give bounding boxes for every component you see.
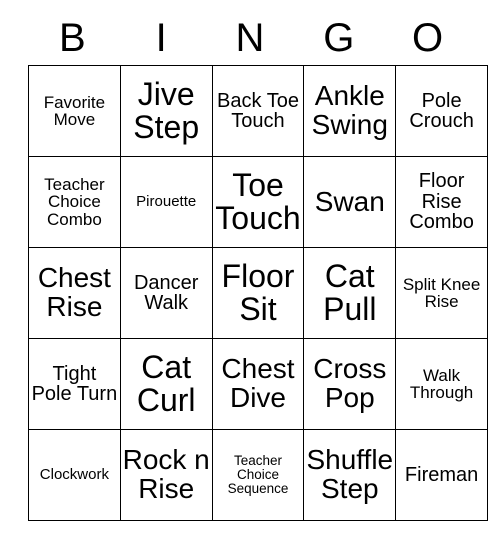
bingo-cell[interactable]: Teacher Choice Sequence <box>211 429 305 521</box>
bingo-cell[interactable]: Pirouette <box>119 156 213 248</box>
bingo-cell-label: Ankle Swing <box>311 80 388 140</box>
bingo-cell-label: Tight Pole Turn <box>31 362 118 405</box>
bingo-cell-label: Chest Dive <box>221 353 295 413</box>
bingo-header-letter-o: O <box>412 15 444 60</box>
bingo-cell-label: Teacher Choice Combo <box>44 175 105 229</box>
bingo-row: Chest Rise Dancer Walk Floor Sit Cat Pul… <box>28 247 488 339</box>
bingo-grid: Favorite Move Jive Step Back Toe Touch A… <box>28 65 488 521</box>
bingo-cell[interactable]: Cross Pop <box>303 338 397 430</box>
bingo-header-letter-n: N <box>235 15 265 60</box>
bingo-cell-label: Pirouette <box>136 193 197 211</box>
bingo-cell-label: Shuffle Step <box>306 444 394 504</box>
bingo-cell-label: Cross Pop <box>313 353 387 413</box>
bingo-cell-label: Rock n Rise <box>122 444 210 504</box>
bingo-cell-label: Fireman <box>404 463 479 486</box>
bingo-cell-label: Floor Sit <box>221 258 295 327</box>
bingo-cell[interactable]: Cat Pull <box>303 247 397 339</box>
bingo-row: Tight Pole Turn Cat Curl Chest Dive Cros… <box>28 338 488 430</box>
bingo-row: Teacher Choice Combo Pirouette Toe Touch… <box>28 156 488 248</box>
bingo-cell-label: Toe Touch <box>215 167 301 236</box>
bingo-cell-label: Floor Rise Combo <box>409 170 474 234</box>
bingo-cell-label: Favorite Move <box>43 92 106 129</box>
bingo-header-letter-b: B <box>59 15 86 60</box>
bingo-header-letter-g: G <box>323 15 355 60</box>
bingo-cell-label: Chest Rise <box>37 262 111 322</box>
bingo-cell[interactable]: Rock n Rise <box>119 429 213 521</box>
bingo-cell-label: Cat Pull <box>323 258 377 327</box>
bingo-cell[interactable]: Floor Sit <box>211 247 305 339</box>
bingo-header-row: B I N G O <box>28 10 472 65</box>
bingo-cell[interactable]: Ankle Swing <box>303 65 397 157</box>
bingo-cell[interactable]: Jive Step <box>119 65 213 157</box>
bingo-card: B I N G O Favorite Move Jive Step Back T… <box>28 10 488 521</box>
bingo-cell[interactable]: Swan <box>303 156 397 248</box>
bingo-cell-label: Teacher Choice Sequence <box>227 453 289 496</box>
bingo-cell[interactable]: Pole Crouch <box>395 65 488 157</box>
bingo-cell[interactable]: Floor Rise Combo <box>395 156 488 248</box>
bingo-cell[interactable]: Walk Through <box>395 338 488 430</box>
bingo-cell[interactable]: Shuffle Step <box>303 429 397 521</box>
bingo-cell-label: Clockwork <box>39 466 109 484</box>
bingo-cell[interactable]: Tight Pole Turn <box>28 338 121 430</box>
bingo-cell[interactable]: Toe Touch <box>211 156 305 248</box>
bingo-cell[interactable]: Chest Dive <box>211 338 305 430</box>
bingo-row: Favorite Move Jive Step Back Toe Touch A… <box>28 65 488 157</box>
bingo-cell-label: Dancer Walk <box>133 271 199 314</box>
bingo-cell-label: Back Toe Touch <box>217 89 299 132</box>
bingo-row: Clockwork Rock n Rise Teacher Choice Seq… <box>28 429 488 521</box>
bingo-cell[interactable]: Favorite Move <box>28 65 121 157</box>
bingo-cell-label: Split Knee Rise <box>402 274 481 311</box>
bingo-cell[interactable]: Cat Curl <box>119 338 213 430</box>
bingo-cell[interactable]: Chest Rise <box>28 247 121 339</box>
bingo-cell[interactable]: Fireman <box>395 429 488 521</box>
bingo-cell[interactable]: Teacher Choice Combo <box>28 156 121 248</box>
bingo-cell-label: Cat Curl <box>136 349 196 418</box>
bingo-cell-label: Pole Crouch <box>409 89 474 132</box>
bingo-cell-label: Jive Step <box>133 76 200 145</box>
bingo-cell[interactable]: Clockwork <box>28 429 121 521</box>
bingo-cell-label: Walk Through <box>409 365 474 402</box>
bingo-cell-label: Swan <box>314 185 385 217</box>
bingo-cell[interactable]: Dancer Walk <box>119 247 213 339</box>
bingo-cell[interactable]: Back Toe Touch <box>211 65 305 157</box>
bingo-header-letter-i: I <box>155 15 167 60</box>
bingo-cell[interactable]: Split Knee Rise <box>395 247 488 339</box>
